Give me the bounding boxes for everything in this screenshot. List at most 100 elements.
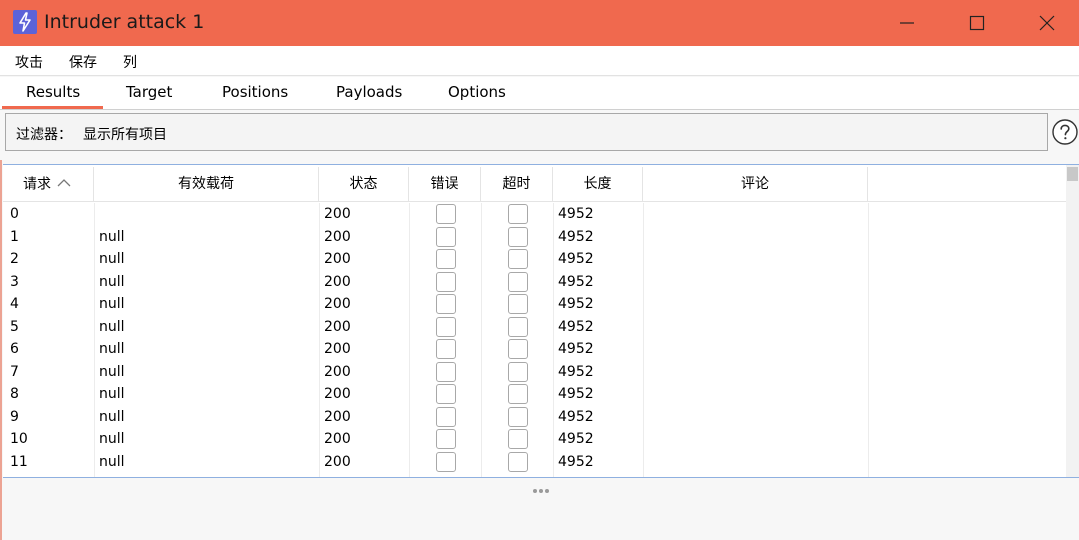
- timeout-checkbox[interactable]: [508, 429, 528, 449]
- maximize-button[interactable]: [942, 0, 1012, 46]
- error-checkbox[interactable]: [436, 294, 456, 314]
- cell-payload: null: [99, 341, 125, 357]
- column-header-request-label: 请求: [23, 176, 51, 193]
- cell-length: 4952: [558, 228, 594, 245]
- timeout-checkbox[interactable]: [508, 294, 528, 314]
- table-row[interactable]: 1 null 200 4952: [3, 226, 1066, 249]
- timeout-checkbox[interactable]: [508, 339, 528, 359]
- cell-length: 4952: [558, 386, 594, 402]
- error-checkbox[interactable]: [436, 339, 456, 359]
- cell-status: 200: [324, 431, 351, 447]
- column-header-payload[interactable]: 有效载荷: [94, 167, 319, 202]
- cell-length: 4952: [558, 206, 594, 222]
- timeout-checkbox[interactable]: [508, 384, 528, 404]
- table-row[interactable]: 3 null 200 4952: [3, 271, 1066, 294]
- column-header-request[interactable]: 请求: [3, 167, 94, 202]
- cell-request: 8: [10, 386, 19, 402]
- tab-payloads[interactable]: Payloads: [336, 83, 402, 101]
- cell-status: 200: [324, 453, 351, 470]
- table-row[interactable]: 11 null 200 4952: [3, 451, 1066, 474]
- error-checkbox[interactable]: [436, 361, 456, 382]
- close-button[interactable]: [1012, 0, 1079, 46]
- filter-value: 显示所有项目: [83, 127, 167, 143]
- cell-request: 7: [10, 363, 19, 380]
- cell-length: 4952: [558, 363, 594, 380]
- timeout-checkbox[interactable]: [508, 316, 528, 337]
- cell-request: 5: [10, 318, 19, 335]
- cell-length: 4952: [558, 296, 594, 312]
- menu-attack[interactable]: 攻击: [15, 52, 43, 72]
- column-header-error[interactable]: 错误: [409, 167, 481, 202]
- close-icon: [1039, 15, 1055, 31]
- timeout-checkbox[interactable]: [508, 361, 528, 382]
- cell-payload: null: [99, 431, 125, 447]
- cell-length: 4952: [558, 318, 594, 335]
- table-row[interactable]: 9 null 200 4952: [3, 406, 1066, 429]
- error-checkbox[interactable]: [436, 406, 456, 427]
- tab-options[interactable]: Options: [448, 83, 506, 101]
- timeout-checkbox[interactable]: [508, 406, 528, 427]
- error-checkbox[interactable]: [436, 226, 456, 247]
- cell-request: 11: [10, 453, 28, 470]
- error-checkbox[interactable]: [436, 271, 456, 292]
- error-checkbox[interactable]: [436, 204, 456, 224]
- cell-length: 4952: [558, 251, 594, 267]
- column-header-status[interactable]: 状态: [319, 167, 409, 202]
- cell-status: 200: [324, 273, 351, 290]
- timeout-checkbox[interactable]: [508, 226, 528, 247]
- column-header-timeout[interactable]: 超时: [481, 167, 553, 202]
- column-header-length[interactable]: 长度: [553, 167, 643, 202]
- splitter-handle[interactable]: [533, 481, 553, 493]
- scrollbar-thumb[interactable]: [1067, 167, 1078, 181]
- error-checkbox[interactable]: [436, 316, 456, 337]
- bolt-icon: [13, 10, 37, 34]
- cell-length: 4952: [558, 408, 594, 425]
- window-edge: [0, 160, 2, 540]
- help-icon[interactable]: [1052, 119, 1078, 145]
- cell-length: 4952: [558, 453, 594, 470]
- tab-target[interactable]: Target: [126, 83, 172, 101]
- cell-request: 10: [10, 431, 28, 447]
- table-row[interactable]: 8 null 200 4952: [3, 383, 1066, 406]
- cell-request: 1: [10, 228, 19, 245]
- timeout-checkbox[interactable]: [508, 451, 528, 472]
- table-row[interactable]: 0 200 4952: [3, 203, 1066, 226]
- error-checkbox[interactable]: [436, 451, 456, 472]
- table-row[interactable]: 7 null 200 4952: [3, 361, 1066, 384]
- cell-request: 0: [10, 206, 19, 222]
- filter-label: 过滤器：: [16, 127, 72, 143]
- timeout-checkbox[interactable]: [508, 271, 528, 292]
- column-header-comment[interactable]: 评论: [643, 167, 868, 202]
- title-bar[interactable]: Intruder attack 1: [0, 0, 1079, 46]
- error-checkbox[interactable]: [436, 384, 456, 404]
- cell-payload: null: [99, 363, 125, 380]
- timeout-checkbox[interactable]: [508, 204, 528, 224]
- cell-length: 4952: [558, 431, 594, 447]
- cell-status: 200: [324, 228, 351, 245]
- cell-status: 200: [324, 363, 351, 380]
- cell-payload: null: [99, 318, 125, 335]
- filter-bar[interactable]: 过滤器： 显示所有项目: [5, 113, 1048, 151]
- sort-ascending-icon: [57, 167, 71, 202]
- error-checkbox[interactable]: [436, 249, 456, 269]
- cell-status: 200: [324, 341, 351, 357]
- tab-positions[interactable]: Positions: [222, 83, 288, 101]
- table-row[interactable]: 2 null 200 4952: [3, 248, 1066, 271]
- error-checkbox[interactable]: [436, 429, 456, 449]
- table-row[interactable]: 4 null 200 4952: [3, 293, 1066, 316]
- cell-status: 200: [324, 251, 351, 267]
- menu-save[interactable]: 保存: [69, 52, 97, 72]
- cell-status: 200: [324, 318, 351, 335]
- minimize-button[interactable]: [872, 0, 942, 46]
- vertical-scrollbar[interactable]: [1066, 165, 1079, 477]
- cell-status: 200: [324, 296, 351, 312]
- timeout-checkbox[interactable]: [508, 249, 528, 269]
- table-row[interactable]: 5 null 200 4952: [3, 316, 1066, 339]
- results-table[interactable]: 请求 有效载荷 状态 错误 超时 长度 评论 0 200 4952 1 null 200 4…: [3, 164, 1079, 478]
- table-row[interactable]: 10 null 200 4952: [3, 428, 1066, 451]
- table-row[interactable]: 6 null 200 4952: [3, 338, 1066, 361]
- cell-payload: null: [99, 228, 125, 245]
- menu-columns[interactable]: 列: [123, 52, 137, 72]
- tab-results[interactable]: Results: [26, 83, 80, 101]
- cell-request: 6: [10, 341, 19, 357]
